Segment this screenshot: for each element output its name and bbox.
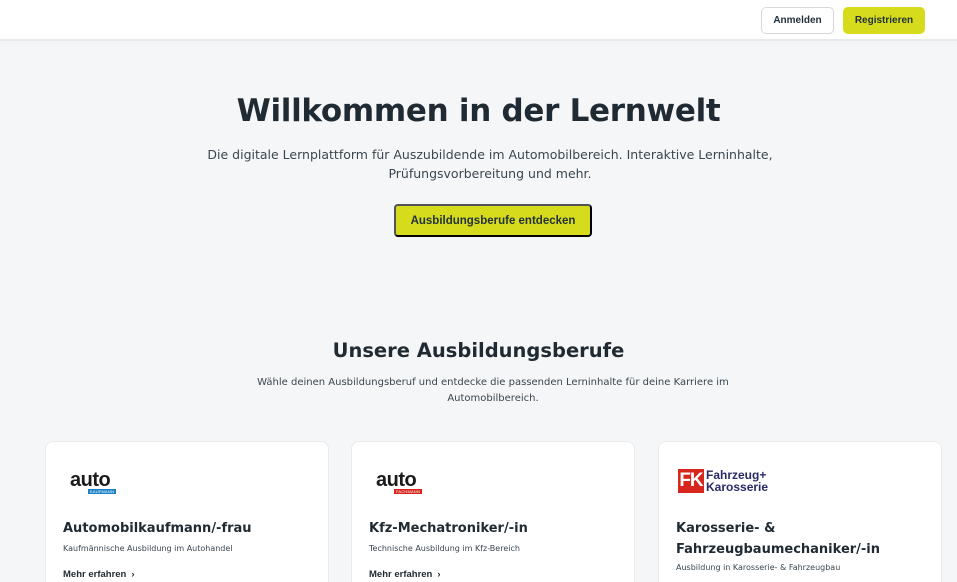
learn-more-label: Mehr erfahren — [63, 569, 127, 580]
card-title: Automobilkaufmann/-frau — [63, 521, 252, 536]
logo-fk-box: FK — [678, 469, 704, 493]
logo-tag: FACHMANN — [394, 489, 423, 494]
card-title: Kfz-Mechatroniker/-in — [369, 521, 528, 536]
discover-professions-button[interactable]: Ausbildungsberufe entdecken — [394, 204, 592, 237]
logo-tag: KAUFMANN — [88, 489, 117, 494]
learn-more-label: Mehr erfahren — [369, 569, 433, 580]
auto-kaufmann-logo: auto KAUFMANN — [68, 469, 128, 497]
fahrzeug-karosserie-logo: FK Fahrzeug+ Karosserie — [678, 465, 798, 497]
top-navigation-bar: Anmelden Registrieren — [0, 0, 957, 41]
section-title: Unsere Ausbildungsberufe — [332, 339, 625, 362]
learn-more-link[interactable]: Mehr erfahren › — [63, 569, 135, 580]
register-button[interactable]: Registrieren — [843, 7, 925, 34]
chevron-right-icon: › — [437, 569, 441, 580]
profession-card-automobilkaufmann[interactable]: auto KAUFMANN Automobilkaufmann/-frau Ka… — [45, 441, 329, 582]
card-title: Karosserie- & Fahrzeugbaumechaniker/-in — [676, 521, 881, 557]
card-description: Technische Ausbildung im Kfz-Bereich — [369, 544, 520, 553]
login-button[interactable]: Anmelden — [761, 7, 834, 34]
auto-fachmann-logo: auto FACHMANN — [374, 469, 434, 497]
profession-card-kfz-mechatroniker[interactable]: auto FACHMANN Kfz-Mechatroniker/-in Tech… — [351, 441, 635, 582]
chevron-right-icon: › — [131, 569, 135, 580]
card-description: Ausbildung in Karosserie- & Fahrzeugbau — [676, 563, 841, 572]
hero-title: Willkommen in der Lernwelt — [236, 93, 721, 129]
hero-subtitle: Die digitale Lernplattform für Auszubild… — [207, 147, 773, 181]
learn-more-link[interactable]: Mehr erfahren › — [369, 569, 441, 580]
card-description: Kaufmännische Ausbildung im Autohandel — [63, 544, 233, 553]
logo-line-2: Karosserie — [706, 480, 769, 494]
section-subtitle: Wähle deinen Ausbildungsberuf und entdec… — [257, 377, 729, 404]
profession-card-karosseriebau[interactable]: FK Fahrzeug+ Karosserie Karosserie- & Fa… — [658, 441, 942, 582]
